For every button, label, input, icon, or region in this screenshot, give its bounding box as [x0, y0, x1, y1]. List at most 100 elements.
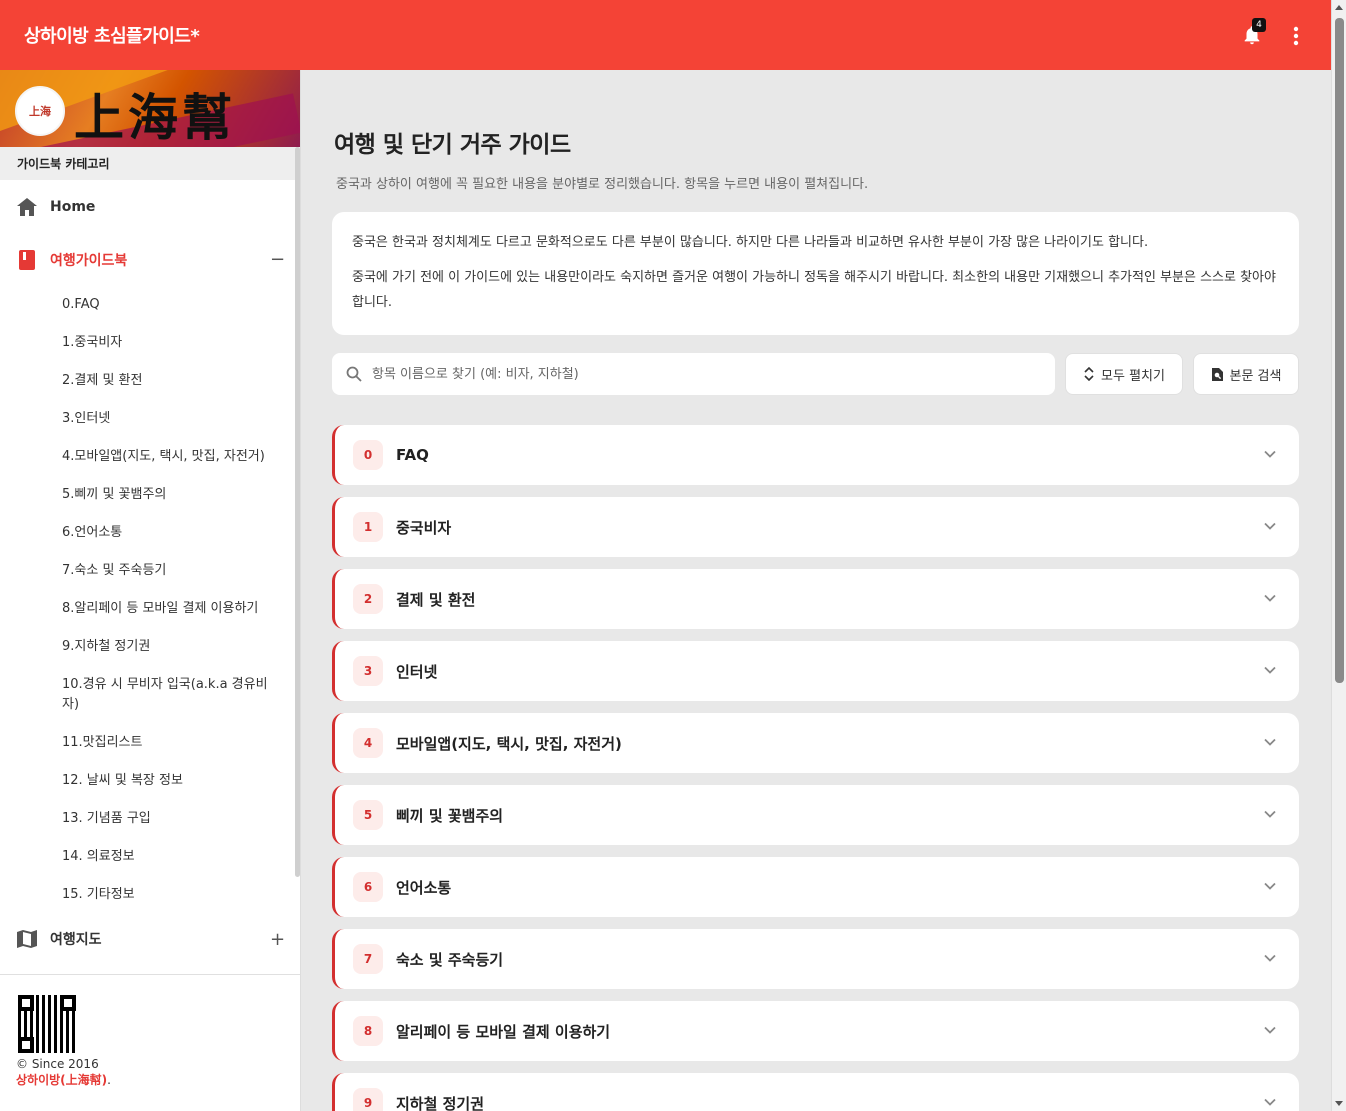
expand-all-button[interactable]: 모두 펼치기 — [1065, 353, 1183, 395]
search-icon — [346, 366, 362, 382]
sidebar-item-guide[interactable]: 13. 기념품 구입 — [62, 800, 300, 838]
sidebar-item-guide[interactable]: 2.결제 및 환전 — [62, 362, 300, 400]
notifications-button[interactable]: 4 — [1241, 18, 1266, 48]
chevron-down-icon[interactable] — [1263, 1095, 1277, 1109]
sidebar-item-home[interactable]: Home — [0, 180, 300, 233]
app-title[interactable]: 상하이방 초심플가이드* — [24, 22, 200, 48]
more-vert-icon — [1293, 26, 1299, 46]
window-scrollbar[interactable] — [1331, 0, 1346, 1111]
chevron-down-icon[interactable] — [1263, 951, 1277, 965]
brand-suffix: . — [107, 1073, 111, 1087]
chevron-down-icon[interactable] — [1263, 735, 1277, 749]
chevron-down-icon[interactable] — [1263, 447, 1277, 461]
accordion-section[interactable]: 0 FAQ — [332, 425, 1299, 485]
qr-corner — [60, 995, 76, 1011]
notification-badge: 4 — [1252, 18, 1266, 32]
accordion-section[interactable]: 6 언어소통 — [332, 857, 1299, 917]
logo-badge-text: 上海 — [29, 105, 51, 118]
chevron-down-icon[interactable] — [1263, 663, 1277, 677]
intro-paragraph: 중국에 가기 전에 이 가이드에 있는 내용만이라도 숙지하면 즐거운 여행이 … — [352, 270, 1276, 310]
section-title: 삐끼 및 꽃뱀주의 — [396, 806, 504, 825]
logo-text: 上海幫 — [74, 88, 236, 147]
main-content: 여행 및 단기 거주 가이드 중국과 상하이 여행에 꼭 필요한 내용을 분야별… — [332, 70, 1299, 1111]
sidebar-item-guide[interactable]: 0.FAQ — [62, 286, 300, 324]
sidebar-banner[interactable]: 上海 上海幫 — [0, 70, 300, 147]
sidebar-group-guidebook[interactable]: 여행가이드북 − — [0, 233, 300, 286]
qr-corner — [18, 995, 34, 1011]
section-title: 인터넷 — [396, 662, 438, 681]
accordion-section[interactable]: 9 지하철 정기권 — [332, 1073, 1299, 1111]
scroll-thumb[interactable] — [1335, 18, 1344, 683]
section-number: 6 — [353, 872, 383, 902]
chevron-down-icon[interactable] — [1263, 807, 1277, 821]
sidebar-item-guide[interactable]: 6.언어소통 — [62, 514, 300, 552]
section-number: 1 — [353, 512, 383, 542]
intro-card: 중국은 한국과 정치체계도 다르고 문화적으로도 다른 부분이 많습니다. 하지… — [332, 212, 1299, 335]
sidebar-item-guide[interactable]: 10.경유 시 무비자 입국(a.k.a 경유비자) — [62, 666, 300, 724]
section-number: 0 — [353, 440, 383, 470]
sidebar-item-guide[interactable]: 9.지하철 정기권 — [62, 628, 300, 666]
brand-link[interactable]: 상하이방(上海幇) — [16, 1073, 107, 1087]
map-icon — [17, 929, 37, 949]
sidebar-item-guide[interactable]: 11.맛집리스트 — [62, 724, 300, 762]
since-text: © Since 2016 — [16, 1057, 99, 1071]
page-subtitle: 중국과 상하이 여행에 꼭 필요한 내용을 분야별로 정리했습니다. 항목을 누… — [336, 177, 869, 192]
sidebar-group-label: 여행가이드북 — [50, 252, 128, 269]
sidebar-item-guide[interactable]: 12. 날씨 및 복장 정보 — [62, 762, 300, 800]
app-bar: 상하이방 초심플가이드* 4 — [0, 0, 1331, 70]
search-body-label: 본문 검색 — [1229, 368, 1282, 384]
intro-paragraph: 중국은 한국과 정치체계도 다르고 문화적으로도 다른 부분이 많습니다. 하지… — [352, 235, 1149, 250]
section-title: 모바일앱(지도, 택시, 맛집, 자전거) — [396, 734, 622, 753]
accordion-section[interactable]: 2 결제 및 환전 — [332, 569, 1299, 629]
sidebar-item-guide[interactable]: 4.모바일앱(지도, 택시, 맛집, 자전거) — [62, 438, 300, 476]
unfold-icon — [1084, 367, 1094, 381]
search-input[interactable] — [372, 366, 972, 382]
section-number: 2 — [353, 584, 383, 614]
search-body-button[interactable]: 본문 검색 — [1193, 353, 1299, 395]
section-number: 7 — [353, 944, 383, 974]
sidebar-item-guide[interactable]: 14. 의료정보 — [62, 838, 300, 876]
section-title: FAQ — [396, 446, 429, 464]
chevron-down-icon[interactable] — [1263, 591, 1277, 605]
section-title: 언어소통 — [396, 878, 452, 897]
accordion-section[interactable]: 4 모바일앱(지도, 택시, 맛집, 자전거) — [332, 713, 1299, 773]
chevron-down-icon[interactable] — [1263, 519, 1277, 533]
section-title: 중국비자 — [396, 518, 452, 537]
accordion-section[interactable]: 8 알리페이 등 모바일 결제 이용하기 — [332, 1001, 1299, 1061]
sidebar-item-guide[interactable]: 3.인터넷 — [62, 400, 300, 438]
expand-icon[interactable]: + — [270, 929, 285, 950]
collapse-icon[interactable]: − — [270, 249, 285, 270]
sidebar-item-guide[interactable]: 8.알리페이 등 모바일 결제 이용하기 — [62, 590, 300, 628]
sidebar-item-guide[interactable]: 15. 기타정보 — [62, 876, 300, 914]
section-title: 알리페이 등 모바일 결제 이용하기 — [396, 1022, 611, 1041]
sidebar-item-guide[interactable]: 7.숙소 및 주숙등기 — [62, 552, 300, 590]
section-number: 9 — [353, 1088, 383, 1111]
accordion-section[interactable]: 5 삐끼 및 꽃뱀주의 — [332, 785, 1299, 845]
sidebar-footer: © Since 2016 상하이방(上海幇). — [0, 975, 300, 1088]
scroll-down-arrow[interactable] — [1335, 1101, 1343, 1106]
chevron-down-icon[interactable] — [1263, 879, 1277, 893]
accordion-section[interactable]: 7 숙소 및 주숙등기 — [332, 929, 1299, 989]
section-number: 3 — [353, 656, 383, 686]
category-header: 가이드북 카테고리 — [0, 147, 300, 180]
scroll-up-arrow[interactable] — [1335, 5, 1343, 10]
search-box[interactable] — [332, 353, 1055, 395]
accordion-section[interactable]: 1 중국비자 — [332, 497, 1299, 557]
sidebar: 上海 上海幫 가이드북 카테고리 Home 여행가이드북 − 0.FAQ 1.중국… — [0, 70, 301, 1111]
page-title: 여행 및 단기 거주 가이드 — [334, 132, 571, 158]
section-list: 0 FAQ 1 중국비자 2 결제 및 환전 3 인터넷 4 모바일앱(지도, 택시, 맛집, 자… — [332, 425, 1299, 1111]
sidebar-item-guide[interactable]: 5.삐끼 및 꽃뱀주의 — [62, 476, 300, 514]
more-menu-button[interactable] — [1284, 24, 1308, 48]
sidebar-group-map[interactable]: 여행지도 + — [0, 914, 300, 964]
section-number: 8 — [353, 1016, 383, 1046]
accordion-section[interactable]: 3 인터넷 — [332, 641, 1299, 701]
qr-corner — [18, 1037, 34, 1053]
book-icon — [17, 249, 37, 270]
section-title: 숙소 및 주숙등기 — [396, 950, 504, 969]
sidebar-group-label: 여행지도 — [50, 932, 102, 948]
chevron-down-icon[interactable] — [1263, 1023, 1277, 1037]
sidebar-item-guide[interactable]: 1.중국비자 — [62, 324, 300, 362]
toolbar: 모두 펼치기 본문 검색 — [332, 353, 1299, 395]
home-icon — [17, 197, 37, 217]
sidebar-scrollbar[interactable] — [295, 147, 300, 877]
